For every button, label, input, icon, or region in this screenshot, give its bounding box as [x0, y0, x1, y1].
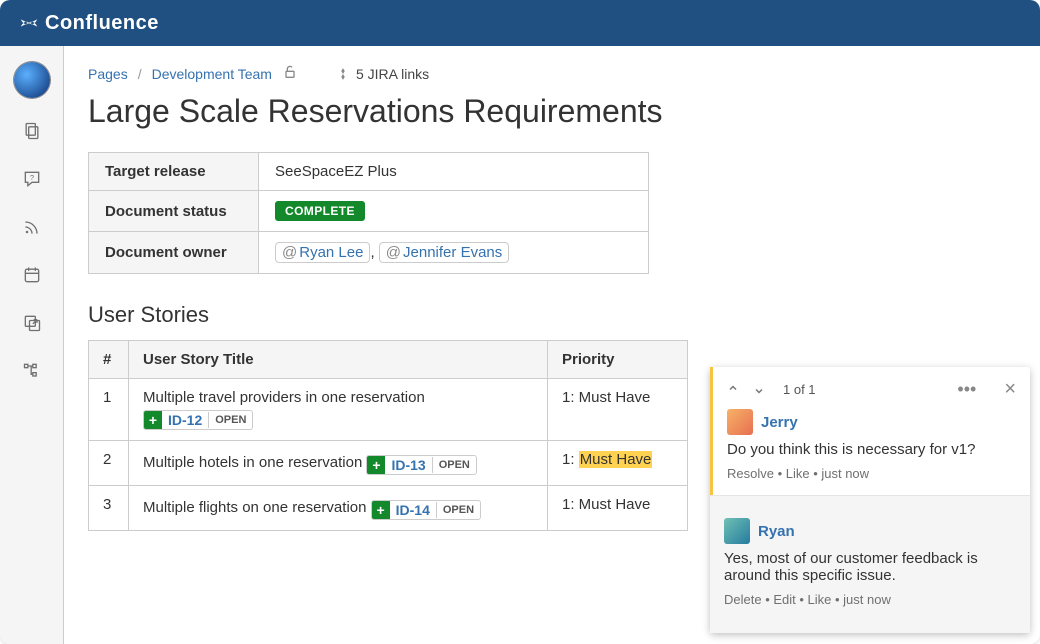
jira-key: ID-14	[390, 502, 436, 518]
jira-status: OPEN	[208, 412, 252, 428]
avatar[interactable]	[724, 518, 750, 544]
comment-body: Do you think this is necessary for v1?	[727, 441, 1016, 458]
crumb-space[interactable]: Development Team	[152, 66, 272, 82]
jira-links[interactable]: 5 JIRA links	[336, 66, 429, 82]
meta-label: Target release	[89, 153, 259, 191]
row-priority: 1: Must Have	[548, 441, 688, 486]
comment-more-icon[interactable]: •••	[957, 380, 976, 398]
jira-plus-icon: +	[144, 411, 162, 429]
confluence-icon	[18, 12, 40, 34]
story-title: Multiple travel providers in one reserva…	[143, 389, 425, 406]
top-bar: Confluence	[0, 0, 1040, 46]
meta-value: COMPLETE	[259, 191, 649, 232]
story-title: Multiple hotels in one reservation	[143, 454, 366, 471]
jira-icon	[336, 67, 350, 81]
comment-actions[interactable]: Delete • Edit • Like • just now	[724, 592, 1016, 607]
jira-status: OPEN	[436, 502, 480, 518]
page-title: Large Scale Reservations Requirements	[88, 93, 1012, 130]
row-title-cell: Multiple travel providers in one reserva…	[129, 379, 548, 441]
row-title-cell: Multiple hotels in one reservation +ID-1…	[129, 441, 548, 486]
meta-label: Document owner	[89, 232, 259, 274]
user-mention[interactable]: @Jennifer Evans	[379, 242, 509, 263]
brand-text: Confluence	[45, 12, 159, 35]
jira-issue-link[interactable]: +ID-14OPEN	[371, 500, 481, 520]
meta-label: Document status	[89, 191, 259, 232]
stories-header: #	[89, 341, 129, 379]
row-priority: 1: Must Have	[548, 486, 688, 531]
table-row: 1 Multiple travel providers in one reserv…	[89, 379, 688, 441]
crumb-sep: /	[138, 66, 142, 82]
space-avatar[interactable]	[14, 62, 50, 98]
jira-key: ID-12	[162, 412, 208, 428]
jira-plus-icon: +	[367, 456, 385, 474]
table-row: 3Multiple flights on one reservation +ID…	[89, 486, 688, 531]
meta-value: SeeSpaceEZ Plus	[259, 153, 649, 191]
comment-prev-icon[interactable]	[727, 382, 739, 397]
table-row: 2Multiple hotels in one reservation +ID-…	[89, 441, 688, 486]
pages-icon[interactable]	[17, 116, 47, 146]
jira-status: OPEN	[432, 457, 476, 473]
jira-issue-link[interactable]: +ID-12OPEN	[143, 410, 253, 430]
svg-text:?: ?	[29, 173, 33, 182]
inline-comment-popover: 1 of 1 ••• × Jerry Do you think this is n…	[710, 367, 1030, 633]
questions-icon[interactable]: ?	[17, 164, 47, 194]
comment-count: 1 of 1	[783, 382, 816, 397]
section-user-stories: User Stories	[88, 302, 1012, 328]
user-mention[interactable]: @Ryan Lee	[275, 242, 370, 263]
calendar-icon[interactable]	[17, 260, 47, 290]
jira-plus-icon: +	[372, 501, 390, 519]
comment-next-icon[interactable]	[753, 382, 765, 397]
row-title-cell: Multiple flights on one reservation +ID-…	[129, 486, 548, 531]
unlock-icon[interactable]	[282, 64, 298, 83]
row-index: 1	[89, 379, 129, 441]
tree-icon[interactable]	[17, 356, 47, 386]
story-title: Multiple flights on one reservation	[143, 499, 371, 516]
meta-table: Target releaseSeeSpaceEZ PlusDocument st…	[88, 152, 649, 274]
stories-header: Priority	[548, 341, 688, 379]
status-badge: COMPLETE	[275, 201, 365, 221]
comment-close-icon[interactable]: ×	[1004, 379, 1016, 399]
comment-author[interactable]: Jerry	[761, 414, 798, 431]
comment-body: Yes, most of our customer feedback is ar…	[724, 550, 1016, 584]
breadcrumb: Pages / Development Team 5 JIRA links	[88, 64, 1012, 83]
jira-key: ID-13	[385, 457, 431, 473]
sidebar: ?	[0, 46, 64, 644]
avatar[interactable]	[727, 409, 753, 435]
comment-actions[interactable]: Resolve • Like • just now	[727, 466, 1016, 481]
jira-links-label: 5 JIRA links	[356, 66, 429, 82]
crumb-pages[interactable]: Pages	[88, 66, 128, 82]
confluence-logo[interactable]: Confluence	[18, 12, 159, 35]
row-index: 2	[89, 441, 129, 486]
row-index: 3	[89, 486, 129, 531]
meta-value: @Ryan Lee, @Jennifer Evans	[259, 232, 649, 274]
row-priority: 1: Must Have	[548, 379, 688, 441]
main-content: Pages / Development Team 5 JIRA links La…	[64, 46, 1040, 644]
comment-author[interactable]: Ryan	[758, 523, 795, 540]
stories-header: User Story Title	[129, 341, 548, 379]
stories-table: #User Story TitlePriority 1 Multiple trav…	[88, 340, 688, 531]
jira-issue-link[interactable]: +ID-13OPEN	[366, 455, 476, 475]
shortcut-icon[interactable]	[17, 308, 47, 338]
rss-icon[interactable]	[17, 212, 47, 242]
